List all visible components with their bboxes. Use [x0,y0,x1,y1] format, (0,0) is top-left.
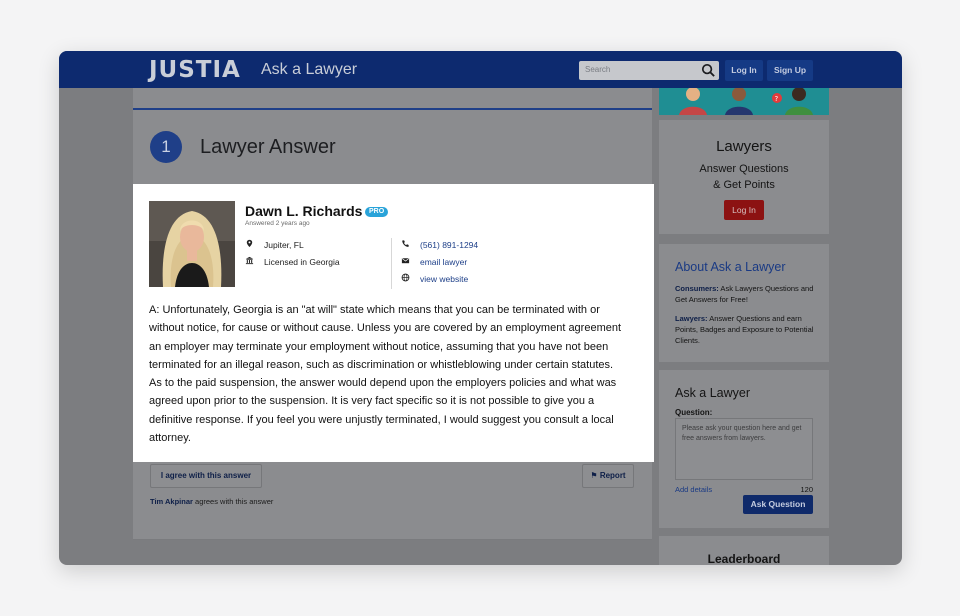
meta-divider [391,238,392,289]
phone-icon [402,240,409,247]
agree-button[interactable]: I agree with this answer [150,464,262,488]
answer-line: agreed upon prior to the suspension. It … [149,395,595,408]
report-label: Report [599,471,626,480]
answer-line: without notice, for cause or without cau… [149,322,622,335]
lawyer-portrait-image [149,201,235,287]
phone-link[interactable]: (561) 891-1294 [420,240,478,250]
lawyers-text: Lawyers: Answer Questions and earn Point… [675,313,817,346]
login-button[interactable]: Log In [725,60,763,81]
answer-line: As to the paid suspension, the answer wo… [149,377,617,390]
question-label: Question: [675,408,713,417]
view-website-link[interactable]: view website [420,274,468,284]
answer-line: A: Unfortunately, Georgia is an "at will… [149,304,600,316]
envelope-icon [401,258,410,264]
question-placeholder: Please ask your question here and get fr… [682,425,802,442]
agrees-line: Tim Akpinar agrees with this answer [150,497,273,506]
panel-divider [133,108,652,110]
question-textarea[interactable]: Please ask your question here and get fr… [675,418,813,480]
answer-heading: Lawyer Answer [200,136,336,158]
question-mark-icon: ? [775,95,779,103]
add-details-link[interactable]: Add details [675,485,712,494]
lawyer-name[interactable]: Dawn L. Richards [245,203,362,219]
lawyers-title: Lawyers [716,138,772,155]
lawyers-line-1: Answer Questions [699,163,789,175]
location-pin-icon [246,239,253,248]
char-count: 120 [800,485,813,494]
lawyers-promo-box: Lawyers Answer Questions & Get Points Lo… [659,120,829,234]
lawyer-photo[interactable] [149,201,235,287]
leaderboard-title: Leaderboard [707,552,781,565]
justia-logo[interactable]: JUSTIA [149,57,241,83]
ask-question-button[interactable]: Ask Question [743,495,813,514]
top-nav-bar: JUSTIA Ask a Lawyer Search Log In Sign U… [59,51,902,88]
answer-line: an employer may terminate your employmen… [149,340,609,353]
courthouse-icon [245,256,254,265]
lawyers-label: Lawyers: [675,314,708,323]
signup-button[interactable]: Sign Up [767,60,813,81]
ask-title: Ask a Lawyer [675,386,751,400]
answer-line: attorney. [149,432,191,445]
search-icon[interactable] [701,63,716,78]
search-input[interactable]: Search [579,61,719,80]
answer-line: terminated for an illegal reason, such a… [149,358,614,371]
sidebar-banner-image: ? [659,88,829,115]
consumers-label: Consumers: [675,284,719,293]
ask-lawyer-box: Ask a Lawyer Question: Please ask your q… [659,370,829,528]
agree-user-link[interactable]: Tim Akpinar [150,497,193,506]
flag-icon: ⚑ [590,471,598,480]
logo-subtitle[interactable]: Ask a Lawyer [261,61,357,79]
globe-icon [401,273,410,282]
lawyer-login-button[interactable]: Log In [724,200,764,220]
about-box: About Ask a Lawyer Consumers: Ask Lawyer… [659,244,829,362]
lawyer-location: Jupiter, FL [264,240,304,250]
browser-frame: JUSTIA Ask a Lawyer Search Log In Sign U… [59,51,902,565]
search-placeholder: Search [585,65,611,74]
illustration-image: ? [659,88,829,115]
about-title: About Ask a Lawyer [675,260,786,274]
answer-card: Dawn L. Richards PRO Answered 2 years ag… [133,184,654,462]
consumers-text: Consumers: Ask Lawyers Questions and Get… [675,283,817,305]
report-button[interactable]: ⚑ Report [582,464,634,488]
pro-badge: PRO [365,207,389,217]
leaderboard-box: Leaderboard [659,536,829,565]
answer-text: A: Unfortunately, Georgia is an "at will… [149,301,641,447]
answer-number: 1 [150,131,182,163]
agree-suffix: agrees with this answer [192,497,274,506]
lawyers-line-2: & Get Points [713,179,775,191]
email-lawyer-link[interactable]: email lawyer [420,257,467,267]
lawyer-license: Licensed in Georgia [264,257,340,267]
answer-line: definitive response. If you feel you wer… [149,413,614,426]
answered-time: Answered 2 years ago [245,220,310,227]
